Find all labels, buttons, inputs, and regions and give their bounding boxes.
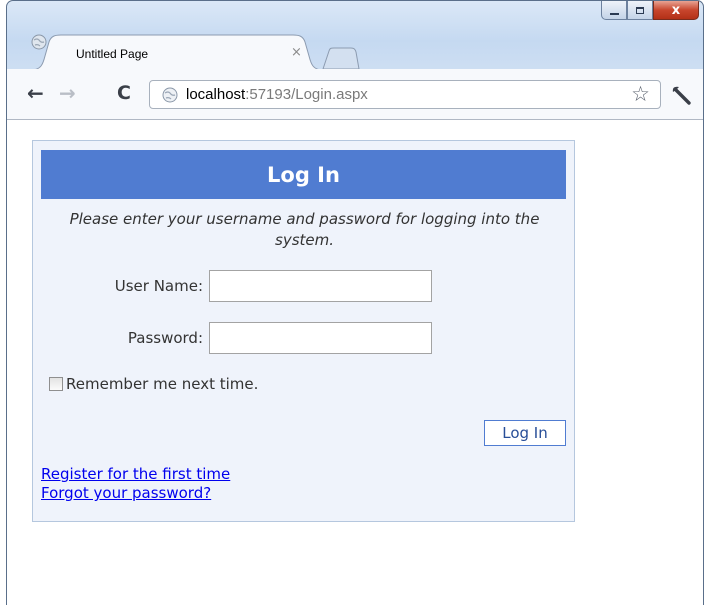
tab-untitled-page[interactable]: Untitled Page ×	[31, 34, 323, 70]
minimize-icon	[609, 12, 619, 15]
close-icon: x	[671, 2, 681, 18]
remember-me-label[interactable]: Remember me next time.	[66, 375, 258, 393]
password-field[interactable]	[209, 322, 432, 354]
browser-window: x Untitled Page × ← → C localhost:57193/…	[6, 0, 704, 605]
maximize-icon	[636, 6, 644, 14]
forward-button[interactable]: →	[59, 83, 76, 103]
back-button[interactable]: ←	[27, 83, 44, 103]
page-globe-icon	[31, 34, 47, 50]
forgot-password-link[interactable]: Forgot your password?	[41, 484, 211, 502]
tab-close-icon[interactable]: ×	[291, 45, 302, 60]
browser-toolbar: ← → C localhost:57193/Login.aspx ☆	[7, 69, 703, 120]
maximize-button[interactable]	[627, 1, 653, 20]
username-label: User Name:	[114, 277, 203, 295]
login-instructions: Please enter your username and password …	[33, 209, 576, 251]
page-content: Log In Please enter your username and pa…	[7, 120, 703, 605]
remember-me-checkbox[interactable]	[49, 377, 63, 391]
bookmark-star-icon[interactable]: ☆	[631, 83, 650, 105]
address-bar[interactable]: localhost:57193/Login.aspx ☆	[149, 80, 661, 109]
close-window-button[interactable]: x	[653, 1, 699, 20]
login-panel: Log In Please enter your username and pa…	[32, 140, 575, 522]
wrench-icon[interactable]	[671, 85, 693, 107]
tab-title: Untitled Page	[76, 47, 149, 61]
address-text[interactable]: localhost:57193/Login.aspx	[186, 86, 368, 103]
login-title: Log In	[41, 150, 566, 199]
new-tab-icon[interactable]	[321, 47, 361, 71]
reload-button[interactable]: C	[117, 83, 131, 103]
address-host: localhost	[186, 86, 246, 103]
register-link[interactable]: Register for the first time	[41, 465, 230, 483]
window-caption-buttons: x	[601, 1, 699, 20]
username-field[interactable]	[209, 270, 432, 302]
address-path: :57193/Login.aspx	[245, 86, 368, 103]
tab-shape	[31, 34, 323, 70]
instructions-text: Please enter your username and password …	[69, 210, 540, 249]
password-label: Password:	[127, 329, 203, 347]
login-button[interactable]: Log In	[484, 420, 566, 446]
minimize-button[interactable]	[601, 1, 627, 20]
page-info-icon[interactable]	[162, 87, 178, 103]
